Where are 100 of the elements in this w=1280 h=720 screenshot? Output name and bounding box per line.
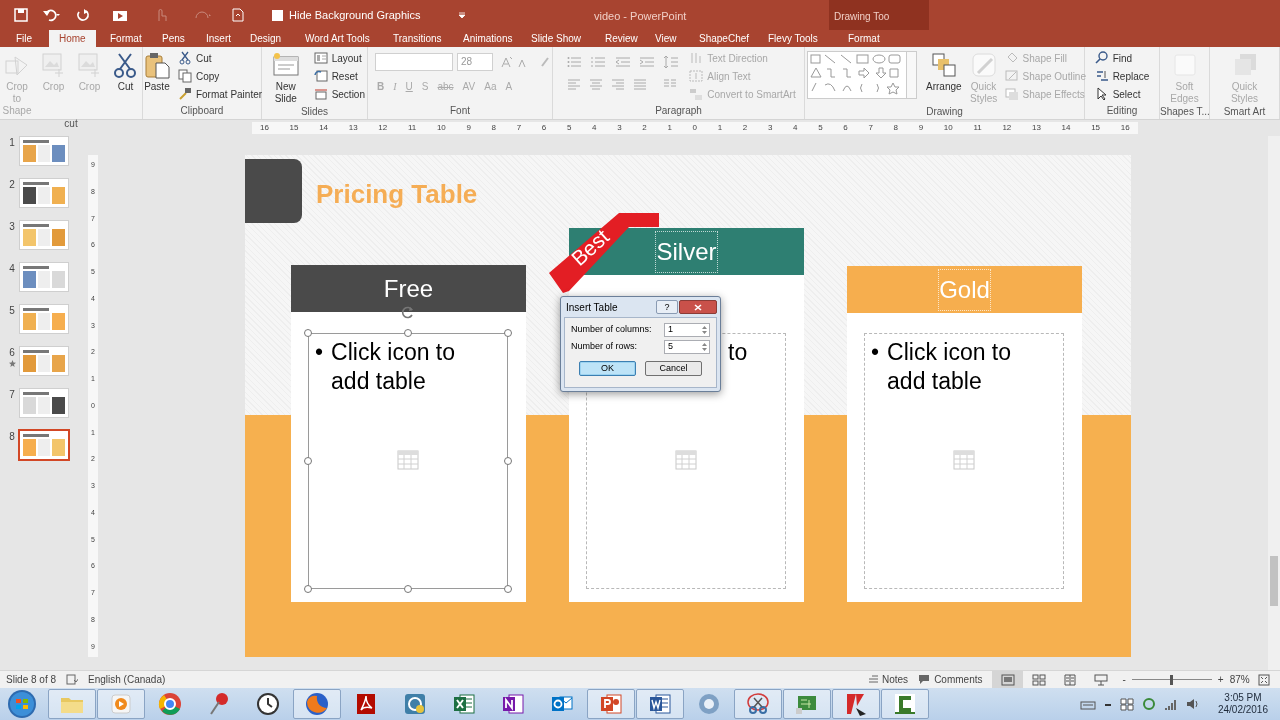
ribbon-button[interactable]: Layout [311, 49, 367, 67]
ribbon-button[interactable]: Find [1092, 49, 1152, 67]
ruler-number: 13 [348, 122, 358, 134]
ribbon-button[interactable]: Cut [175, 49, 265, 67]
ribbon-button[interactable]: Replace [1092, 67, 1152, 85]
slide-number: 3 [9, 221, 15, 233]
ribbon-tab[interactable]: Word Art Tools [295, 30, 380, 47]
group-label: Font [449, 104, 471, 118]
slide-number: 7 [9, 389, 15, 401]
ribbon-tab[interactable]: Home [49, 30, 96, 47]
comments-button[interactable]: Comments [918, 672, 983, 687]
ruler-number: 7 [868, 122, 873, 134]
ruler-number: 12 [1002, 122, 1012, 134]
group-label: Smart Art [1222, 105, 1267, 119]
ruler-number: 4 [793, 122, 798, 134]
ruler-number: 10 [436, 122, 446, 134]
ribbon-button[interactable]: Section [311, 85, 367, 103]
ribbon-tab[interactable]: Format [100, 30, 152, 47]
ribbon-tab[interactable]: Slide Show [521, 30, 592, 47]
hide-background-checkbox[interactable]: Hide Background Graphics [272, 6, 421, 24]
bullet: • [315, 338, 324, 367]
ruler-number: 7 [516, 122, 522, 134]
placeholder-text: Click icon to add table [331, 338, 457, 396]
ruler-number: 13 [1031, 122, 1041, 134]
ribbon-tab[interactable]: ShapeChef [689, 30, 760, 47]
ribbon-tab[interactable]: Design [240, 30, 292, 47]
field-label: Number of rows: [571, 340, 638, 354]
ribbon-button[interactable]: Copy [175, 67, 265, 85]
ruler-number: 3 [767, 122, 773, 134]
number-spinner[interactable]: 1 [664, 323, 710, 337]
ribbon-button[interactable]: New Slide [262, 47, 310, 105]
slide-number: 2 [9, 179, 15, 191]
ribbon-tab[interactable]: Pens [152, 30, 195, 47]
dialog-button[interactable]: OK [579, 361, 636, 376]
slide-number: 8 [9, 431, 15, 443]
ruler-number: 11 [973, 122, 982, 134]
ribbon-tab[interactable]: Animations [453, 30, 523, 47]
contextual-tab-label: Drawing Too [829, 0, 929, 30]
group-label: Shapes T... [1160, 105, 1209, 119]
help-button[interactable]: ? [656, 300, 678, 314]
ribbon-tab[interactable]: Insert [196, 30, 241, 47]
group-label: Editing [1105, 104, 1139, 118]
ruler-number: 4 [592, 122, 597, 134]
ribbon-button[interactable]: Select [1092, 85, 1152, 103]
dialog-title: Insert Table [566, 300, 619, 315]
plan-name: Silver [655, 230, 718, 273]
ribbon-tab[interactable]: Format [838, 30, 890, 47]
clock[interactable]: 3:05 PM 24/02/2016 [1217, 692, 1268, 716]
group-label: Clipboard [179, 104, 225, 118]
ruler-number: 15 [1091, 122, 1101, 134]
ribbon-tab[interactable]: Transitions [383, 30, 452, 47]
plan-name: Gold [938, 268, 991, 311]
ruler-number: 6 [541, 122, 547, 134]
ruler-number: 11 [407, 122, 417, 134]
font-size-field[interactable]: 28 [457, 53, 493, 71]
ribbon-tab[interactable]: Flevy Tools [758, 30, 828, 47]
ruler-number: 9 [918, 122, 924, 134]
slide-number: 6 [9, 347, 15, 359]
ruler-number: 0 [692, 122, 698, 134]
ribbon-tab[interactable]: Review [595, 30, 648, 47]
ribbon-tab[interactable]: File [6, 30, 43, 47]
ribbon-tab[interactable]: View [645, 30, 687, 47]
ruler-number: 15 [289, 122, 299, 134]
placeholder-text: Click icon to add table [887, 338, 1013, 396]
slide-number: 5 [9, 305, 15, 317]
ruler-number: 14 [319, 122, 329, 134]
dialog-button[interactable]: Cancel [645, 361, 702, 376]
ruler-number: 6 [843, 122, 848, 134]
field-label: Number of columns: [571, 323, 652, 337]
ruler-number: 3 [617, 122, 622, 134]
ribbon-button[interactable]: Format Painter [175, 85, 265, 103]
slide-counter: Slide 8 of 8 [6, 673, 57, 687]
group-label: Slides [299, 105, 330, 119]
zoom-in-button[interactable]: + [1217, 672, 1224, 687]
group-label: cut [63, 117, 79, 131]
placeholder-text: to [728, 338, 748, 367]
ribbon-button[interactable]: Reset [311, 67, 367, 85]
slide-number: 1 [9, 137, 15, 149]
ruler-number: 16 [1120, 122, 1130, 134]
notes-button[interactable]: Notes [868, 672, 909, 687]
ruler-number: 8 [491, 122, 497, 134]
ruler-number: 5 [818, 122, 823, 134]
language-label[interactable]: English (Canada) [88, 672, 166, 687]
ribbon-button[interactable]: Arrange [923, 47, 965, 105]
zoom-percent[interactable]: 87% [1229, 672, 1250, 687]
ruler-number: 14 [1061, 122, 1071, 134]
ruler-number: 5 [566, 122, 572, 134]
group-label: Paragraph [654, 104, 703, 118]
ruler-number: 10 [943, 122, 953, 134]
group-label: Drawing [925, 105, 964, 119]
bullet: • [871, 338, 880, 367]
number-spinner[interactable]: 5 [664, 340, 710, 354]
slide-title: Pricing Table [316, 178, 478, 211]
ruler-number: 12 [378, 122, 388, 134]
slide-number: 4 [9, 263, 15, 275]
ruler-number: 1 [667, 122, 672, 134]
ruler-number: 1 [717, 122, 723, 134]
ruler-number: 8 [893, 122, 899, 134]
zoom-out-button[interactable]: - [1122, 672, 1126, 687]
ruler-number: 2 [742, 122, 748, 134]
